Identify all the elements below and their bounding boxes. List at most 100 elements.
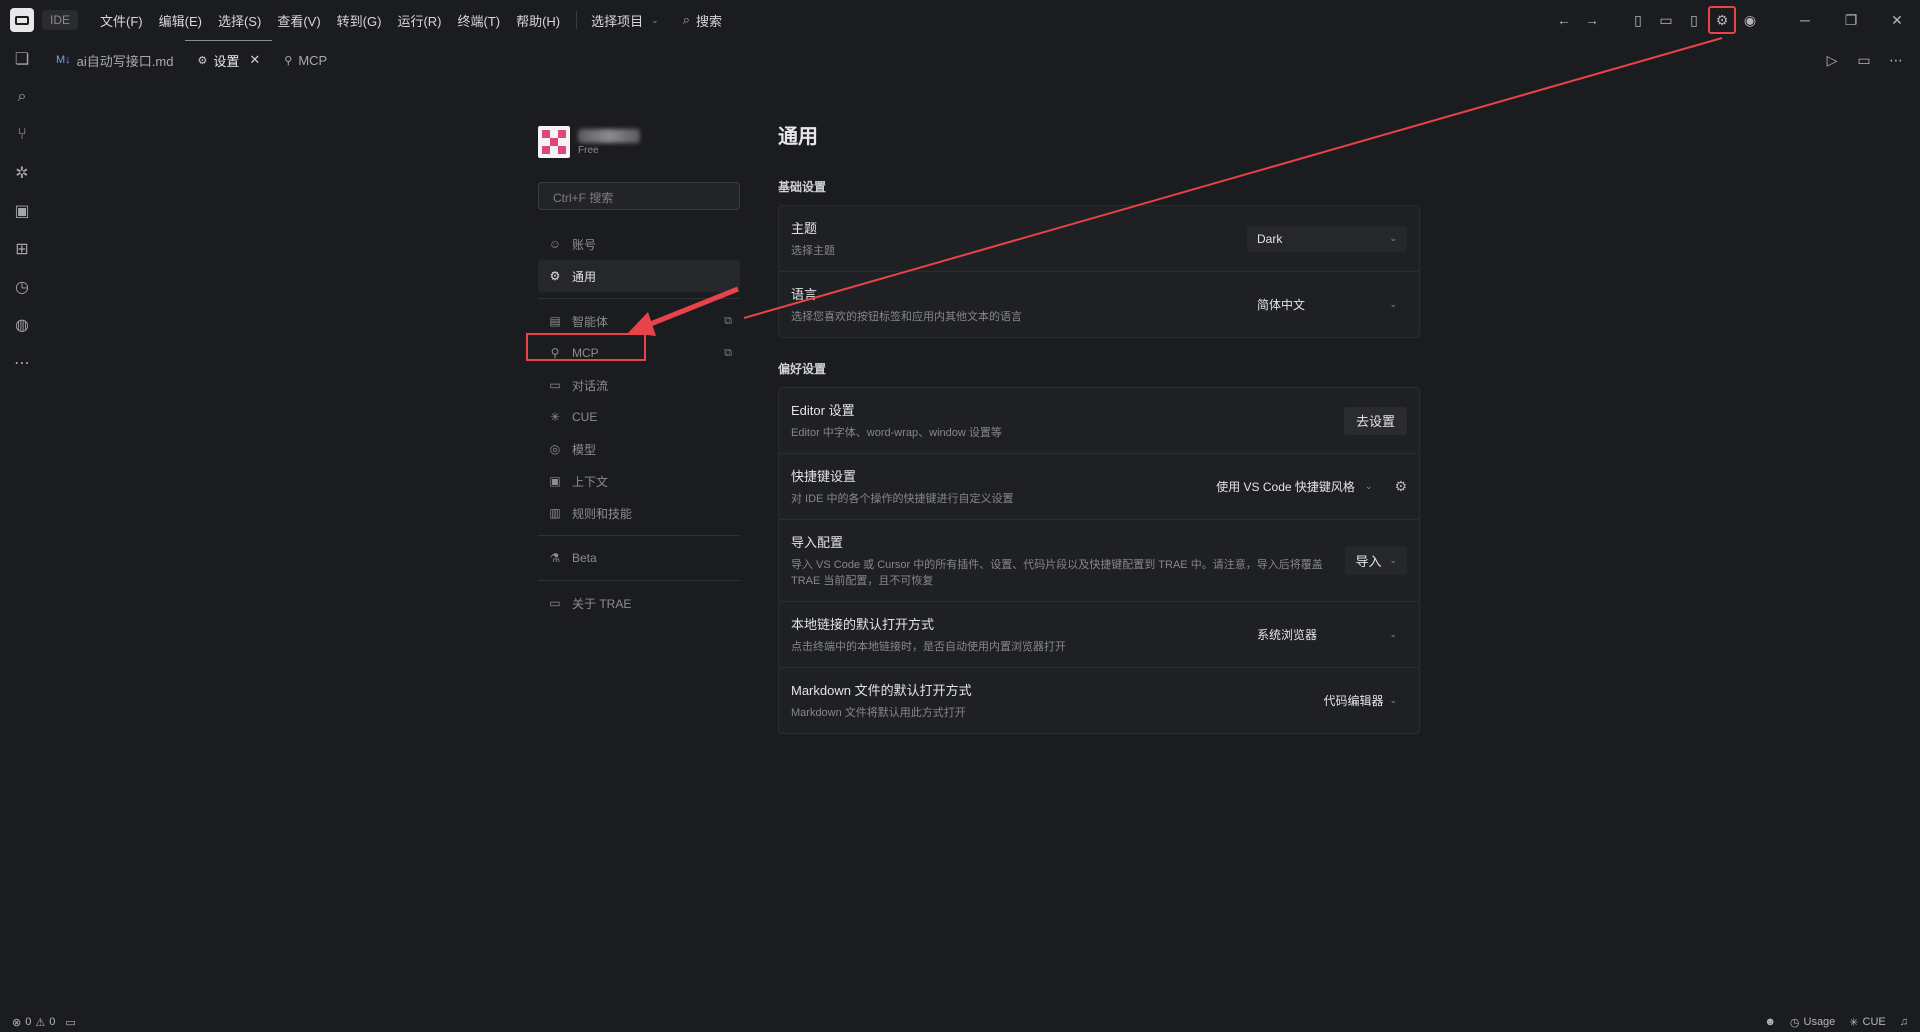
minimize-icon[interactable]: ─	[1782, 0, 1828, 40]
setting-desc: Editor 中字体、word-wrap、window 设置等	[791, 427, 1002, 439]
menu-run[interactable]: 运行(R)	[389, 11, 449, 30]
setting-title: 快捷键设置	[791, 469, 857, 484]
editor-actions: ▷ ▭ ⋯	[1818, 40, 1910, 80]
ide-mode-badge[interactable]: IDE	[42, 10, 79, 30]
setting-row-import: 导入配置 导入 VS Code 或 Cursor 中的所有插件、设置、代码片段以…	[779, 520, 1419, 602]
user-profile[interactable]: Free	[538, 120, 740, 164]
nav-item-cue[interactable]: ✳ CUE	[538, 401, 740, 433]
nav-item-rules[interactable]: ▥ 规则和技能	[538, 497, 740, 529]
copilot-icon[interactable]: ☻	[1764, 1016, 1776, 1028]
plan-badge: Free	[578, 144, 599, 156]
global-search-label: 搜索	[695, 13, 722, 29]
extensions-icon[interactable]: ⊞	[0, 230, 44, 268]
menu-file[interactable]: 文件(F)	[92, 11, 151, 30]
project-select[interactable]: 选择项目 ⌄	[585, 11, 665, 30]
model-icon: ◎	[549, 442, 561, 456]
editor-tabs: M↓ ai自动写接口.md ⚙ 设置 ✕ ⚲ MCP ▷ ▭ ⋯	[44, 40, 1920, 80]
settings-search-input[interactable]: Ctrl+F 搜索	[538, 182, 740, 210]
chevron-down-icon: ⌄	[1364, 481, 1373, 491]
nav-item-label: 通用	[572, 269, 597, 284]
local-link-select[interactable]: 系统浏览器 ⌄	[1247, 622, 1407, 648]
split-editor-icon[interactable]: ▭	[1850, 46, 1878, 74]
setting-row-shortcut: 快捷键设置 对 IDE 中的各个操作的快捷键进行自定义设置 使用 VS Code…	[779, 454, 1419, 520]
open-external-icon[interactable]: ⧉	[724, 347, 732, 360]
shortcut-style-select[interactable]: 使用 VS Code 快捷键风格 ⌄	[1216, 478, 1372, 495]
menu-selection[interactable]: 选择(S)	[210, 11, 269, 30]
explorer-icon[interactable]: ❏	[0, 40, 44, 78]
basic-settings-card: 主题 选择主题 Dark ⌄ 语言 选择您喜欢的按钮标签和应用内其他文本的语言 …	[778, 205, 1420, 338]
chevron-down-icon: ⌄	[1389, 695, 1397, 705]
toggle-secondary-sidebar-icon[interactable]: ▯	[1680, 6, 1708, 34]
open-external-icon[interactable]: ⧉	[724, 315, 732, 328]
settings-gear-icon[interactable]: ⚙	[1708, 6, 1736, 34]
global-search[interactable]: ⌕ 搜索	[683, 11, 722, 30]
menu-view[interactable]: 查看(V)	[269, 11, 328, 30]
setting-title: Markdown 文件的默认打开方式	[791, 683, 972, 698]
gear-icon[interactable]: ⚙	[1394, 478, 1407, 495]
back-arrow-icon[interactable]: ←	[1550, 6, 1578, 34]
timeline-icon[interactable]: ◷	[0, 268, 44, 306]
setting-desc: 导入 VS Code 或 Cursor 中的所有插件、设置、代码片段以及快捷键配…	[791, 559, 1323, 587]
theme-select[interactable]: Dark ⌄	[1247, 225, 1407, 252]
nav-item-beta[interactable]: ⚗ Beta	[538, 542, 740, 574]
usage-status[interactable]: ◷ Usage	[1790, 1016, 1835, 1029]
tab-markdown-file[interactable]: M↓ ai自动写接口.md	[44, 40, 185, 80]
tab-label: MCP	[298, 52, 328, 68]
forward-arrow-icon[interactable]: →	[1578, 6, 1606, 34]
restore-icon[interactable]: ❐	[1828, 0, 1874, 40]
markdown-open-select-value: 代码编辑器	[1323, 694, 1384, 708]
menu-edit[interactable]: 编辑(E)	[151, 11, 210, 30]
tab-settings[interactable]: ⚙ 设置 ✕	[185, 40, 273, 80]
nav-item-models[interactable]: ◎ 模型	[538, 433, 740, 465]
language-select[interactable]: 简体中文 ⌄	[1247, 292, 1407, 318]
nav-item-general[interactable]: ⚙ 通用	[538, 260, 740, 292]
more-actions-icon[interactable]: ⋯	[1882, 46, 1910, 74]
error-icon: ⊗	[12, 1016, 22, 1029]
globe-icon[interactable]: ◍	[0, 306, 44, 344]
project-select-label: 选择项目	[591, 13, 644, 29]
editor-settings-button[interactable]: 去设置	[1343, 406, 1407, 435]
remote-explorer-icon[interactable]: ▣	[0, 192, 44, 230]
cue-status[interactable]: ✳ CUE	[1849, 1016, 1885, 1029]
menu-terminal[interactable]: 终端(T)	[449, 11, 508, 30]
notification-bell-icon[interactable]: ♫	[1900, 1016, 1908, 1028]
chat-icon: ▭	[549, 378, 561, 392]
nav-item-label: 账号	[572, 237, 597, 252]
nav-item-account[interactable]: ☺ 账号	[538, 228, 740, 260]
setting-desc: Markdown 文件将默认用此方式打开	[791, 707, 966, 719]
language-select-value: 简体中文	[1257, 298, 1306, 312]
debug-icon[interactable]: ✲	[0, 154, 44, 192]
import-button[interactable]: 导入 ⌄	[1345, 546, 1407, 575]
account-icon[interactable]: ◉	[1736, 6, 1764, 34]
markdown-open-select[interactable]: 代码编辑器 ⌄	[1313, 688, 1407, 714]
search-icon[interactable]: ⌕	[0, 78, 44, 116]
tab-label: 设置	[213, 53, 240, 69]
run-icon[interactable]: ▷	[1818, 46, 1846, 74]
nav-item-label: CUE	[572, 410, 598, 424]
nav-item-context[interactable]: ▣ 上下文	[538, 465, 740, 497]
flask-icon: ⚗	[549, 551, 561, 565]
toggle-panel-icon[interactable]: ▭	[1652, 6, 1680, 34]
close-icon[interactable]: ✕	[249, 52, 260, 68]
cue-label: CUE	[1862, 1016, 1886, 1028]
source-control-icon[interactable]: ⑂	[0, 116, 44, 154]
problems-indicator[interactable]: ⊗ 0 ⚠ 0 ▭	[12, 1016, 76, 1029]
menu-help[interactable]: 帮助(H)	[508, 11, 568, 30]
wrench-icon: ⚲	[284, 54, 293, 67]
title-bar-actions: ← → ▯ ▭ ▯ ⚙ ◉ ─ ❐ ✕	[1550, 0, 1920, 40]
nav-item-chatflow[interactable]: ▭ 对话流	[538, 369, 740, 401]
close-window-icon[interactable]: ✕	[1874, 0, 1920, 40]
local-link-select-value: 系统浏览器	[1257, 628, 1318, 642]
toggle-primary-sidebar-icon[interactable]: ▯	[1624, 6, 1652, 34]
app-logo	[10, 8, 34, 32]
nav-item-mcp[interactable]: ⚲ MCP ⧉	[526, 333, 740, 369]
setting-title: 语言	[791, 287, 818, 302]
more-icon[interactable]: ⋯	[0, 344, 44, 382]
setting-title: Editor 设置	[791, 403, 855, 418]
terminal-icon[interactable]: ▭	[65, 1016, 75, 1029]
settings-nav: Free Ctrl+F 搜索 ☺ 账号 ⚙ 通用 ▤ 智能体 ⧉ ⚲ MCP ⧉…	[526, 120, 740, 619]
nav-item-about[interactable]: ▭ 关于 TRAE	[538, 587, 740, 619]
menu-goto[interactable]: 转到(G)	[329, 11, 390, 30]
tab-mcp[interactable]: ⚲ MCP	[272, 40, 339, 80]
usage-label: Usage	[1803, 1016, 1836, 1028]
